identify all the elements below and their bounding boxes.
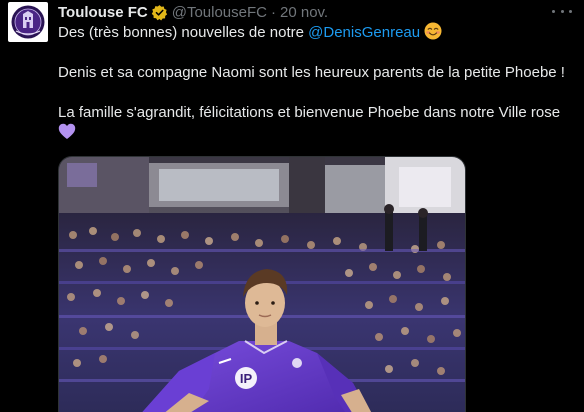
tweet[interactable]: Toulouse FC @ToulouseFC · 20 nov. Des (t…: [0, 0, 584, 412]
tweet-line-1-text: Des (très bonnes) nouvelles de notre: [58, 24, 309, 41]
smiling-face-emoji: [424, 22, 442, 40]
tweet-line-1: Des (très bonnes) nouvelles de notre @De…: [58, 22, 578, 43]
purple-heart-emoji: [58, 123, 76, 139]
tweet-line-2: Denis et sa compagne Naomi sont les heur…: [58, 64, 565, 81]
jersey-sponsor-logo: IP: [240, 371, 253, 386]
tweet-date[interactable]: 20 nov.: [280, 4, 328, 21]
tweet-text: Des (très bonnes) nouvelles de notre @De…: [58, 22, 578, 143]
player-photo: IP: [59, 157, 465, 412]
tweet-line-3: La famille s'agrandit, félicitations et …: [58, 104, 561, 121]
separator-dot: ·: [271, 3, 276, 21]
more-options-icon[interactable]: [552, 4, 572, 18]
tweet-line-4: [58, 123, 578, 143]
tweet-media-photo[interactable]: IP: [58, 156, 466, 412]
tweet-header: Toulouse FC @ToulouseFC · 20 nov.: [58, 2, 328, 22]
display-name[interactable]: Toulouse FC: [58, 4, 148, 21]
handle[interactable]: @ToulouseFC: [172, 4, 267, 21]
avatar[interactable]: [8, 2, 48, 42]
verified-badge-icon[interactable]: [151, 4, 168, 21]
mention-link[interactable]: @DenisGenreau: [308, 24, 420, 41]
club-crest-icon: [10, 4, 46, 40]
